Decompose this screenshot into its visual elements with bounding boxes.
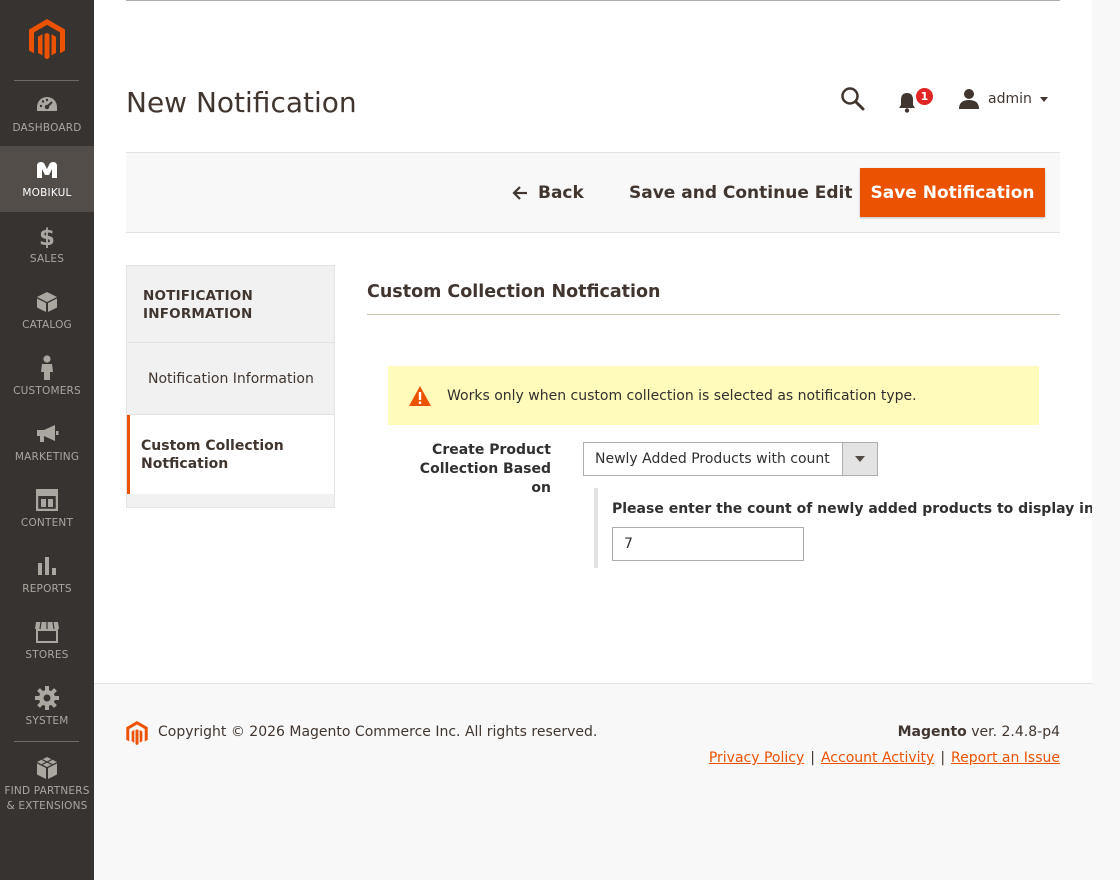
mobikul-icon — [34, 157, 60, 183]
bar-chart-icon — [34, 553, 60, 579]
chevron-down-icon — [855, 456, 865, 462]
warning-notice: Works only when custom collection is sel… — [388, 366, 1039, 425]
page-edge — [1092, 0, 1120, 684]
dollar-icon: $ — [34, 223, 60, 249]
version-info: Magento ver. 2.4.8-p4 — [898, 724, 1060, 740]
person-icon — [34, 355, 60, 381]
product-count-label: Please enter the count of newly added pr… — [612, 501, 1120, 517]
tab-custom-collection[interactable]: Custom Collection Notfication — [127, 415, 334, 494]
save-and-continue-button[interactable]: Save and Continue Edit — [629, 173, 853, 213]
dashboard-icon — [34, 92, 60, 118]
product-count-input[interactable]: 7 — [612, 527, 804, 561]
notification-tabs: NOTIFICATION INFORMATION Notification In… — [126, 265, 335, 508]
tab-notification-information[interactable]: Notification Information — [127, 343, 334, 415]
magento-footer-logo-icon — [126, 721, 148, 745]
page-actions-bar: Back Save and Continue Edit Save Notific… — [126, 152, 1060, 233]
magento-logo[interactable] — [0, 0, 94, 80]
notifications-button[interactable]: 1 — [898, 86, 935, 116]
tabs-heading: NOTIFICATION INFORMATION — [127, 266, 334, 343]
footer-links: Privacy Policy | Account Activity | Report a… — [708, 750, 1060, 766]
sidebar-item-system[interactable]: SYSTEM — [0, 674, 94, 740]
report-issue-link[interactable]: Report an Issue — [951, 750, 1060, 766]
back-button[interactable]: Back — [512, 173, 584, 213]
magento-logo-icon — [29, 19, 65, 60]
warning-icon — [409, 385, 431, 406]
svg-text:$: $ — [39, 225, 55, 248]
version-number: ver. 2.4.8-p4 — [971, 724, 1060, 740]
notification-count-badge: 1 — [914, 86, 935, 107]
sidebar-item-mobikul[interactable]: MOBIKUL — [0, 146, 94, 212]
chevron-down-icon — [1039, 96, 1048, 102]
gear-icon — [34, 685, 60, 711]
search-icon — [841, 87, 865, 111]
sidebar-item-partners[interactable]: FIND PARTNERS & EXTENSIONS — [0, 748, 94, 820]
copyright-text: Copyright © 2026 Magento Commerce Inc. A… — [158, 724, 598, 740]
sidebar-item-sales[interactable]: $ SALES — [0, 212, 94, 278]
collection-based-on-label: Create Product Collection Based on — [419, 442, 551, 496]
cubes-icon — [34, 755, 60, 781]
select-toggle[interactable] — [842, 443, 877, 475]
user-icon — [959, 89, 979, 109]
footer-divider — [94, 683, 1092, 684]
store-icon — [34, 619, 60, 645]
section-divider — [367, 314, 1060, 315]
privacy-policy-link[interactable]: Privacy Policy — [709, 750, 804, 766]
account-activity-link[interactable]: Account Activity — [821, 750, 934, 766]
arrow-left-icon — [512, 186, 527, 200]
megaphone-icon — [34, 421, 60, 447]
page-title: New Notification — [126, 86, 357, 119]
back-label: Back — [538, 183, 584, 203]
collection-based-on-select[interactable]: Newly Added Products with count — [583, 442, 878, 476]
box-icon — [34, 289, 60, 315]
sidebar-item-reports[interactable]: REPORTS — [0, 542, 94, 608]
sidebar-item-marketing[interactable]: MARKETING — [0, 410, 94, 476]
global-search-button[interactable] — [840, 86, 868, 114]
admin-sidebar: DASHBOARD MOBIKUL $ SALES CATALOG CUSTOM… — [0, 0, 94, 880]
brand-name: Magento — [897, 724, 967, 740]
admin-username: admin — [988, 91, 1032, 107]
sidebar-item-stores[interactable]: STORES — [0, 608, 94, 674]
admin-user-menu[interactable]: admin — [958, 86, 1048, 112]
sidebar-item-dashboard[interactable]: DASHBOARD — [0, 81, 94, 147]
sidebar-item-content[interactable]: CONTENT — [0, 476, 94, 542]
sidebar-item-customers[interactable]: CUSTOMERS — [0, 344, 94, 410]
select-value: Newly Added Products with count — [595, 451, 830, 467]
notice-text: Works only when custom collection is sel… — [447, 387, 917, 404]
sidebar-item-catalog[interactable]: CATALOG — [0, 278, 94, 344]
layout-icon — [34, 487, 60, 513]
save-notification-button[interactable]: Save Notification — [860, 168, 1045, 217]
top-divider — [126, 0, 1060, 1]
sidebar-divider — [14, 741, 79, 742]
dependent-field-indicator — [594, 488, 598, 568]
page-content: New Notification 1 admin Back Save and C… — [94, 0, 1120, 684]
section-title: Custom Collection Notfication — [367, 282, 661, 302]
